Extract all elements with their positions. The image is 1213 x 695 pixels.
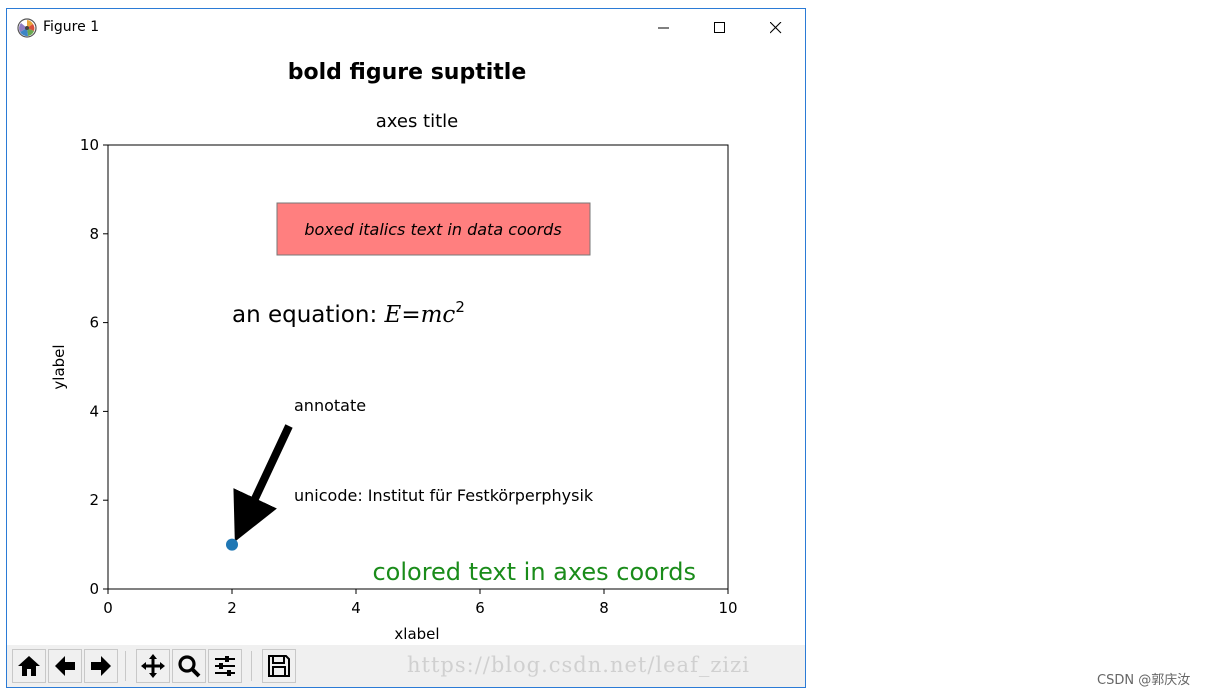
- toolbar-watermark: https://blog.csdn.net/leaf_zizi: [407, 653, 750, 677]
- y-axis-label: ylabel: [50, 344, 68, 389]
- zoom-button[interactable]: [172, 649, 206, 683]
- y-tick-label: 4: [89, 402, 99, 420]
- minimize-icon: [658, 27, 669, 29]
- minimize-button[interactable]: [641, 9, 687, 47]
- zoom-icon: [178, 655, 201, 678]
- equation-prefix: an equation:: [232, 302, 385, 328]
- unicode-text: unicode: Institut für Festkörperphysik: [294, 486, 594, 505]
- configure-subplots-button[interactable]: [208, 649, 242, 683]
- annotation-arrow: [233, 424, 293, 542]
- forward-icon: [91, 656, 111, 676]
- home-button[interactable]: [12, 649, 46, 683]
- equation-equals: =: [401, 302, 420, 328]
- forward-button[interactable]: [84, 649, 118, 683]
- maximize-button[interactable]: [697, 9, 743, 47]
- configure-subplots-icon: [215, 656, 235, 676]
- x-tick-label: 8: [599, 599, 609, 617]
- pan-button[interactable]: [136, 649, 170, 683]
- back-button[interactable]: [48, 649, 82, 683]
- toolbar-separator: [251, 651, 252, 681]
- title-bar[interactable]: Figure 1: [7, 9, 805, 47]
- figure-suptitle: bold figure suptitle: [288, 60, 527, 85]
- x-axis-label: xlabel: [394, 625, 439, 643]
- x-tick-label: 4: [351, 599, 361, 617]
- save-icon: [268, 655, 290, 677]
- equation-mc: mc: [421, 302, 456, 328]
- boxed-italic-text: boxed italics text in data coords: [304, 220, 561, 239]
- y-tick-label: 2: [89, 491, 99, 509]
- page-watermark: CSDN @郭庆汝: [1097, 673, 1191, 688]
- navigation-toolbar: https://blog.csdn.net/leaf_zizi: [7, 645, 805, 687]
- x-tick-label: 2: [227, 599, 237, 617]
- x-tick-label: 10: [718, 599, 737, 617]
- close-button[interactable]: [753, 9, 799, 47]
- matplotlib-logo-icon: [17, 18, 37, 38]
- home-icon: [18, 656, 40, 676]
- maximize-icon: [714, 22, 725, 33]
- x-tick-label: 6: [475, 599, 485, 617]
- figure-window: Figure 1 bold figure suptitle axes title…: [6, 8, 806, 688]
- close-icon: [770, 22, 782, 34]
- y-tick-label: 6: [89, 314, 99, 332]
- equation-E: E: [384, 302, 402, 328]
- pan-icon: [141, 654, 165, 678]
- equation-text: an equation: E=mc2: [232, 298, 465, 328]
- annotate-text: annotate: [294, 396, 366, 415]
- y-tick-label: 0: [89, 580, 99, 598]
- window-title: Figure 1: [43, 19, 100, 35]
- back-icon: [55, 656, 75, 676]
- colored-axes-text: colored text in axes coords: [372, 558, 696, 586]
- toolbar-separator: [125, 651, 126, 681]
- figure-canvas[interactable]: bold figure suptitle axes title 0 2 4 6 8 10 0…: [7, 47, 805, 645]
- axes-title: axes title: [376, 111, 459, 132]
- y-tick-label: 10: [80, 136, 99, 154]
- plot-svg: bold figure suptitle axes title 0 2 4 6 8 10 0…: [50, 60, 738, 643]
- y-tick-label: 8: [89, 225, 99, 243]
- data-point: [226, 538, 238, 551]
- x-tick-label: 0: [103, 599, 113, 617]
- equation-exponent: 2: [455, 298, 465, 316]
- save-button[interactable]: [262, 649, 296, 683]
